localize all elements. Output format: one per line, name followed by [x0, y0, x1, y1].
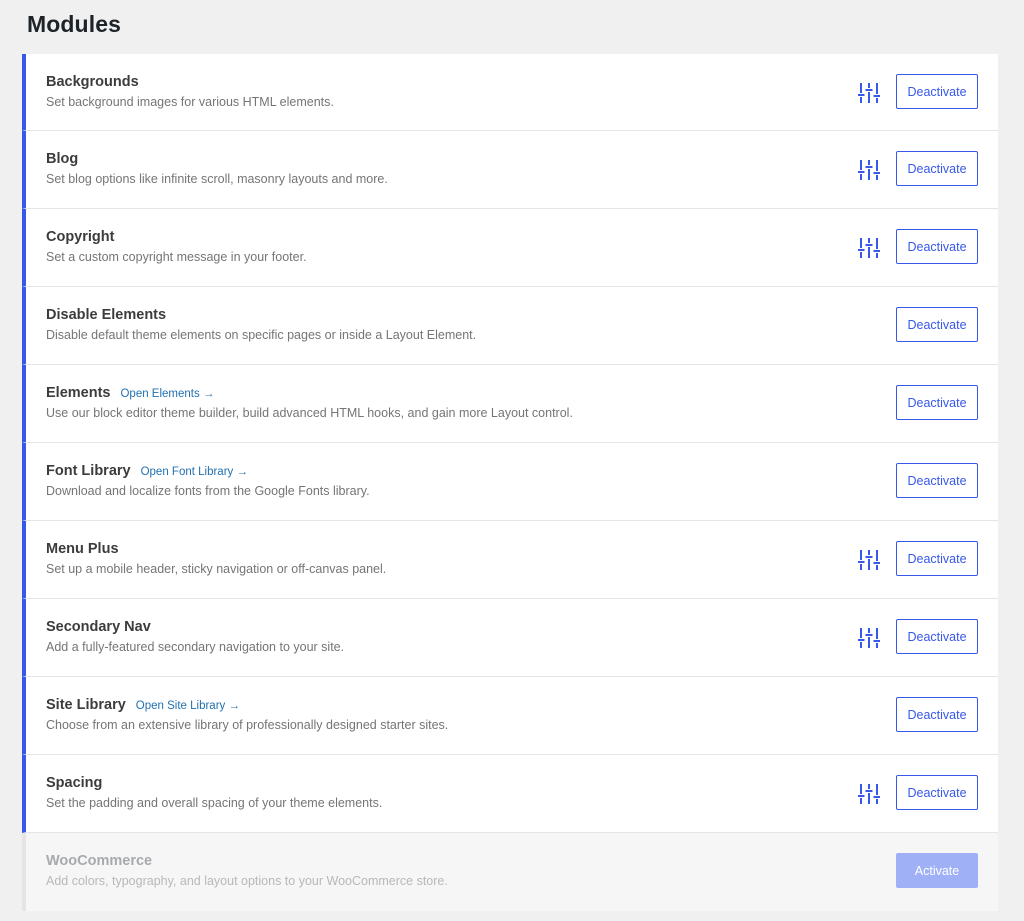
module-description: Set blog options like infinite scroll, m…: [46, 172, 388, 186]
module-description: Disable default theme elements on specif…: [46, 328, 477, 342]
module-description: Choose from an extensive library of prof…: [46, 718, 449, 732]
module-name: Menu Plus: [46, 541, 119, 557]
settings-sliders-icon[interactable]: [858, 627, 880, 649]
open-elements-link[interactable]: Open Elements →: [120, 388, 214, 400]
module-name: Site Library: [46, 697, 126, 713]
module-row-elements: Elements Open Elements → Use our block e…: [22, 365, 998, 443]
open-site-library-link[interactable]: Open Site Library →: [136, 700, 240, 712]
deactivate-button[interactable]: Deactivate: [896, 385, 978, 420]
module-description: Set the padding and overall spacing of y…: [46, 796, 383, 810]
module-row-spacing: Spacing Set the padding and overall spac…: [22, 755, 998, 833]
deactivate-button[interactable]: Deactivate: [896, 697, 978, 732]
settings-sliders-icon[interactable]: [858, 783, 880, 805]
deactivate-button[interactable]: Deactivate: [896, 541, 978, 576]
module-row-woocommerce: WooCommerce Add colors, typography, and …: [22, 833, 998, 911]
module-description: Set a custom copyright message in your f…: [46, 250, 307, 264]
module-row-secondary-nav: Secondary Nav Add a fully-featured secon…: [22, 599, 998, 677]
module-description: Set background images for various HTML e…: [46, 95, 334, 109]
module-row-backgrounds: Backgrounds Set background images for va…: [22, 54, 998, 131]
settings-sliders-icon[interactable]: [858, 237, 880, 259]
module-name: Blog: [46, 151, 79, 167]
module-name: Elements: [46, 385, 111, 401]
module-name: Backgrounds: [46, 74, 139, 90]
module-description: Add a fully-featured secondary navigatio…: [46, 640, 345, 654]
deactivate-button[interactable]: Deactivate: [896, 74, 978, 109]
deactivate-button[interactable]: Deactivate: [896, 151, 978, 186]
deactivate-button[interactable]: Deactivate: [896, 307, 978, 342]
deactivate-button[interactable]: Deactivate: [896, 619, 978, 654]
module-description: Add colors, typography, and layout optio…: [46, 874, 448, 888]
module-name: WooCommerce: [46, 853, 153, 869]
modules-list: Backgrounds Set background images for va…: [22, 54, 998, 911]
module-description: Download and localize fonts from the Goo…: [46, 484, 370, 498]
deactivate-button[interactable]: Deactivate: [896, 229, 978, 264]
settings-sliders-icon[interactable]: [858, 549, 880, 571]
module-description: Use our block editor theme builder, buil…: [46, 406, 573, 420]
settings-sliders-icon[interactable]: [858, 82, 880, 104]
deactivate-button[interactable]: Deactivate: [896, 463, 978, 498]
module-name: Disable Elements: [46, 307, 167, 323]
module-name: Spacing: [46, 775, 103, 791]
page-title: Modules: [27, 11, 121, 37]
open-font-library-link[interactable]: Open Font Library →: [141, 466, 248, 478]
module-row-font-library: Font Library Open Font Library → Downloa…: [22, 443, 998, 521]
module-row-disable-elements: Disable Elements Disable default theme e…: [22, 287, 998, 365]
module-name: Secondary Nav: [46, 619, 151, 635]
activate-button[interactable]: Activate: [896, 853, 978, 888]
module-name: Copyright: [46, 229, 115, 245]
module-row-blog: Blog Set blog options like infinite scro…: [22, 131, 998, 209]
module-name: Font Library: [46, 463, 131, 479]
module-row-copyright: Copyright Set a custom copyright message…: [22, 209, 998, 287]
deactivate-button[interactable]: Deactivate: [896, 775, 978, 810]
module-row-menu-plus: Menu Plus Set up a mobile header, sticky…: [22, 521, 998, 599]
module-row-site-library: Site Library Open Site Library → Choose …: [22, 677, 998, 755]
settings-sliders-icon[interactable]: [858, 159, 880, 181]
module-description: Set up a mobile header, sticky navigatio…: [46, 562, 387, 576]
